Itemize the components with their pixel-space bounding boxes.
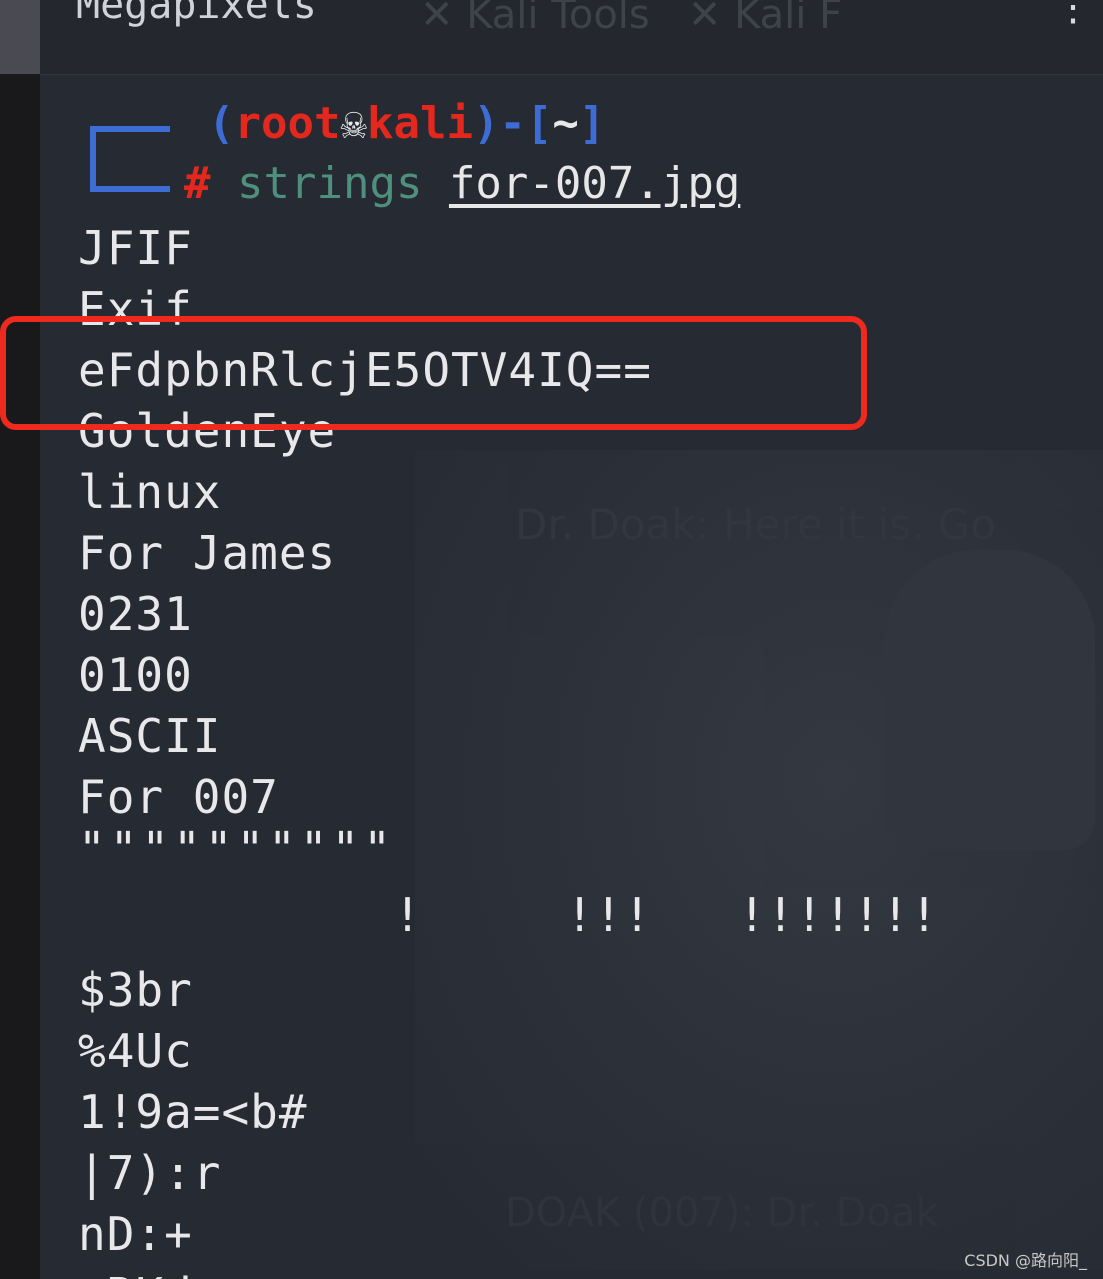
output-line: ASCII [78, 709, 222, 763]
highlight-box [0, 316, 867, 430]
command-line[interactable]: # strings for-007.jpg [88, 158, 740, 218]
prompt-symbol: # [184, 158, 211, 209]
tab-corner [0, 0, 40, 74]
command-name: strings [237, 158, 423, 209]
more-options-icon[interactable]: ⋮ [1053, 0, 1093, 30]
tools-icon: ✕ [662, 0, 722, 38]
output-line: |7):r [78, 1146, 222, 1200]
prompt-close-bracket: ] [578, 98, 606, 149]
output-line: For James [78, 526, 337, 580]
output-line: JFIF [78, 221, 193, 275]
tools-icon: ✕ [420, 0, 454, 38]
window-title: Megapixels [76, 0, 317, 28]
output-line: $3br [78, 963, 193, 1017]
output-line: 0231 [78, 587, 193, 641]
terminal-window[interactable]: Dr. Doak: Here it is. Go DOAK (007): Dr.… [40, 0, 1103, 1279]
prompt-close: )-[ [472, 98, 553, 149]
command-argument: for-007.jpg [448, 158, 741, 209]
output-line: 0100 [78, 648, 193, 702]
prompt-open-paren: ( [208, 98, 235, 149]
output-line: linux [78, 465, 222, 519]
bookmarks-bar: ✕ Kali Tools ✕ Kali F [420, 0, 842, 38]
output-line: 1!9a=<b# [78, 1085, 308, 1139]
watermark: CSDN @路向阳_ [964, 1251, 1087, 1270]
output-line: """""""""" [78, 822, 395, 876]
bookmark-kali-f[interactable]: Kali F [734, 0, 842, 38]
left-panel [0, 0, 40, 1279]
prompt-host: kali [366, 98, 473, 149]
output-line: :RKd [78, 1265, 1098, 1279]
skull-icon: ☠ [340, 98, 367, 149]
output-line: nD:+ [78, 1207, 193, 1261]
output-line: ! !!! !!!!!!! [78, 888, 939, 942]
output-line: %4Uc [78, 1024, 193, 1078]
output-line: For 007 [78, 770, 279, 824]
prompt-user: root [234, 98, 341, 149]
top-bar: Megapixels ✕ Kali Tools ✕ Kali F ⋮ [40, 0, 1103, 75]
prompt-cwd: ~ [552, 98, 579, 149]
bookmark-kali-tools[interactable]: Kali Tools [466, 0, 650, 38]
prompt-header: (root☠kali)-[~] [88, 98, 605, 158]
